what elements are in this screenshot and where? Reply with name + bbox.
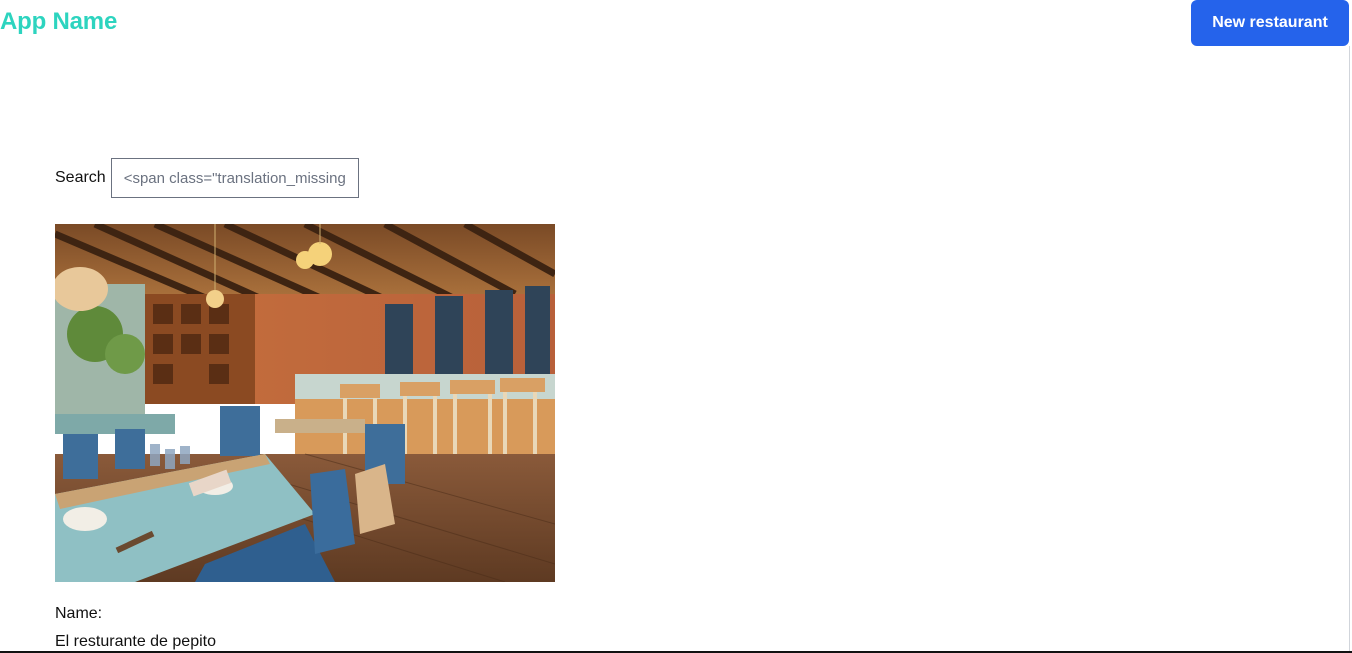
- search-label: Search: [55, 169, 106, 186]
- restaurants-page: App Name New restaurant Search <span cla…: [0, 0, 1352, 653]
- new-restaurant-button[interactable]: New restaurant: [1191, 0, 1349, 46]
- app-name-logo[interactable]: App Name: [0, 6, 117, 38]
- restaurant-name-value: El resturante de pepito: [55, 633, 216, 650]
- restaurant-photo: [55, 224, 555, 582]
- search-input[interactable]: [110, 158, 359, 198]
- restaurant-name-label: Name:: [55, 605, 103, 622]
- scrollbar-edge: [1349, 46, 1350, 653]
- search-form: Search: [55, 158, 359, 198]
